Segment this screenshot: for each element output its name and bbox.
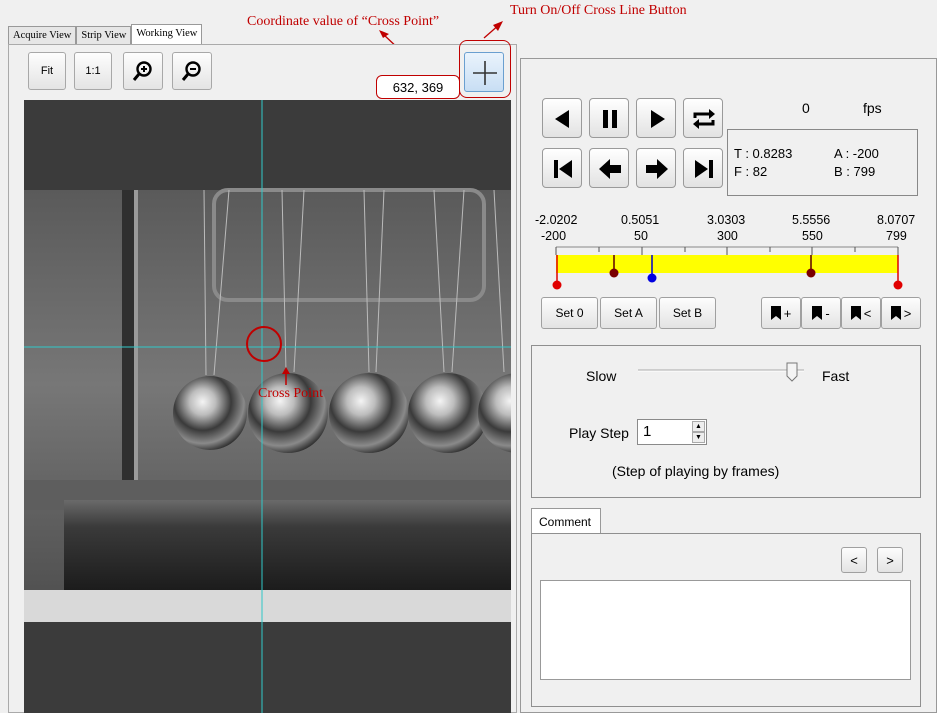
loop-icon [693,109,715,129]
slow-label: Slow [586,368,617,384]
tab-comment[interactable]: Comment [531,508,601,534]
tick-frame-label: -200 [541,229,567,243]
zoom-in-icon [132,61,152,81]
app-window: Coordinate value of “Cross Point” Turn O… [0,0,937,713]
tick-frame-label: 799 [886,229,907,243]
crosshair-icon [473,61,497,85]
spinner-down-icon[interactable]: ▼ [692,432,705,443]
arrow-left-icon [599,159,621,179]
cross-point-coordinate: 632, 369 [376,75,460,99]
set-a-button[interactable]: Set A [600,297,657,329]
play-step-label: Play Step [569,425,629,441]
loop-button[interactable] [683,98,723,138]
speed-slider-thumb[interactable] [786,362,798,382]
last-frame-button[interactable] [683,148,723,188]
comment-next-button[interactable]: > [877,547,903,573]
cross-point-annotation: Cross Point [258,386,323,401]
play-step-hint: (Step of playing by frames) [612,463,780,479]
zoom-out-icon [181,61,201,81]
frame-info-box: T : 0.8283 F : 82 A : -200 B : 799 [727,129,918,196]
first-frame-button[interactable] [542,148,582,188]
tick-frame-label: 550 [802,229,823,243]
bookmark-remove-button[interactable]: - [801,297,841,329]
tick-frame-label: 50 [634,229,648,243]
tick-frame-label: 300 [717,229,738,243]
bookmark-icon [850,306,861,320]
tick-time-label: 8.0707 [877,213,916,227]
bookmark-next-button[interactable]: > [881,297,921,329]
play-forward-button[interactable] [636,98,676,138]
play-backward-icon [555,110,569,128]
fps-unit: fps [863,100,882,116]
tick-time-label: 5.5556 [792,213,831,227]
tick-time-label: 3.0303 [707,213,746,227]
pause-button[interactable] [589,98,629,138]
first-frame-icon [554,160,572,178]
set-zero-button[interactable]: Set 0 [541,297,598,329]
current-frame-marker[interactable] [647,273,657,283]
play-backward-button[interactable] [542,98,582,138]
tick-time-label: 0.5051 [621,213,660,227]
set-b-button[interactable]: Set B [659,297,716,329]
tab-working-view[interactable]: Working View [131,24,203,44]
marker-a[interactable] [609,268,619,278]
pause-icon [603,110,617,128]
bookmark-icon [812,306,823,320]
bookmark-add-button[interactable]: + [761,297,801,329]
marker-a-value: A : -200 [834,146,879,161]
time-value: T : 0.8283 [734,146,793,161]
fast-label: Fast [822,368,850,384]
marker-start[interactable] [552,280,562,290]
play-step-spinner[interactable]: 1 ▲ ▼ [637,419,707,445]
cross-line-toggle-button[interactable] [464,52,504,92]
tab-strip-view[interactable]: Strip View [76,26,132,44]
actual-size-button[interactable]: 1:1 [74,52,112,90]
marker-b-value: B : 799 [834,164,876,179]
tick-time-label: -2.0202 [535,213,578,227]
last-frame-icon [695,160,713,178]
bookmark-icon [770,306,781,320]
spinner-up-icon[interactable]: ▲ [692,421,705,432]
fps-value: 0 [802,100,810,116]
timeline-slider[interactable] [530,243,930,293]
arrow-right-icon [646,159,668,179]
comment-prev-button[interactable]: < [841,547,867,573]
tab-acquire-view[interactable]: Acquire View [8,26,77,44]
step-forward-button[interactable] [636,148,676,188]
zoom-out-button[interactable] [172,52,212,90]
image-viewport[interactable]: Cross Point [24,100,511,713]
play-forward-icon [651,110,665,128]
frame-value: F : 82 [734,164,768,179]
marker-end[interactable] [893,280,903,290]
comment-textarea[interactable] [540,580,911,680]
fit-button[interactable]: Fit [28,52,66,90]
timeline-bar [556,255,898,273]
step-back-button[interactable] [589,148,629,188]
play-step-value: 1 [643,423,652,440]
speed-slider[interactable] [636,362,808,386]
camera-frame-image [24,100,511,713]
bookmark-prev-button[interactable]: < [841,297,881,329]
view-tabs: Acquire View Strip View Working View [8,24,203,44]
marker-b[interactable] [806,268,816,278]
bookmark-icon [890,306,901,320]
zoom-in-button[interactable] [123,52,163,90]
